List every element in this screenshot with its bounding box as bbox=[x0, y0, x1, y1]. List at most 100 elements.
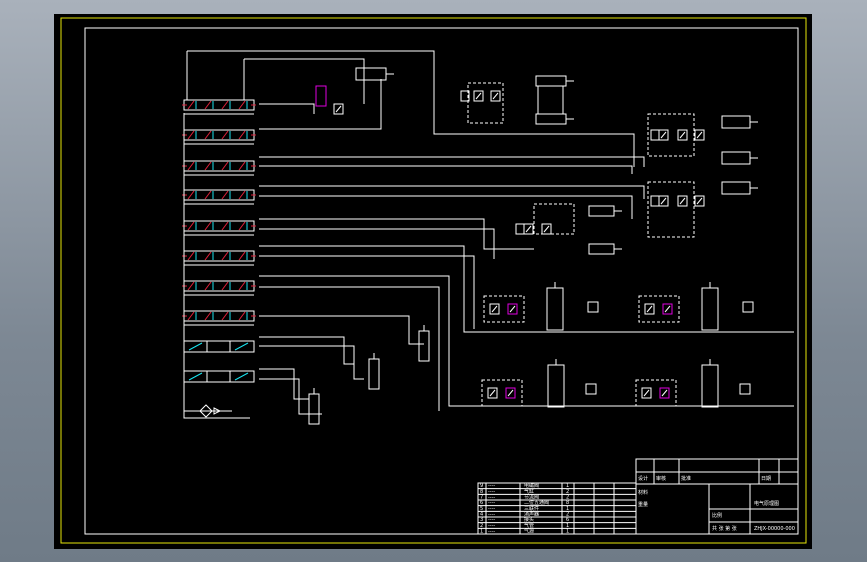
valve-arrow bbox=[221, 130, 229, 140]
valve-arrow bbox=[696, 197, 703, 205]
approver-label: 批准 bbox=[681, 475, 691, 482]
pipe bbox=[259, 368, 309, 400]
valve-arrow bbox=[238, 130, 246, 140]
valve-arrow bbox=[187, 311, 195, 321]
flow-control-valve bbox=[490, 90, 501, 102]
cylinder-barrel bbox=[546, 287, 564, 331]
valve-arrow bbox=[643, 389, 650, 397]
valve-arrow bbox=[204, 281, 212, 291]
date-label: 日期 bbox=[761, 476, 771, 482]
valve-arrow bbox=[238, 100, 246, 110]
valve-manifold bbox=[533, 203, 575, 235]
directional-valve bbox=[182, 220, 256, 232]
valve-arrow bbox=[187, 130, 195, 140]
flow-control-valve bbox=[662, 303, 673, 315]
flow-control-valve bbox=[505, 387, 516, 399]
valve-arrow bbox=[187, 100, 195, 110]
title-block: 电气原理图 ZHJX-00000-000 共 张 第 张 比例 设计 审核 批准… bbox=[635, 458, 799, 535]
cylinder bbox=[721, 151, 758, 165]
valve-body bbox=[183, 160, 255, 172]
coil bbox=[315, 85, 327, 107]
cylinder-barrel bbox=[588, 243, 615, 255]
parts-row: 4 ---- 消声器 2 bbox=[478, 511, 636, 518]
pipe bbox=[259, 218, 534, 250]
pipe bbox=[259, 165, 633, 174]
coil bbox=[650, 195, 660, 207]
pipe bbox=[259, 336, 354, 365]
cylinder bbox=[535, 75, 574, 87]
valve-body bbox=[183, 280, 255, 292]
cylinder-barrel bbox=[535, 113, 567, 125]
valve-arrow bbox=[238, 161, 246, 171]
valve-body bbox=[183, 250, 255, 262]
valve-arrow bbox=[187, 251, 195, 261]
valve-arrow bbox=[664, 305, 671, 313]
valve-arrow bbox=[679, 131, 686, 139]
valve-arrow bbox=[507, 389, 514, 397]
valve-arrow bbox=[221, 311, 229, 321]
cad-viewport[interactable]: 电气原理图 ZHJX-00000-000 共 张 第 张 比例 设计 审核 批准… bbox=[54, 14, 812, 549]
parts-cell-name: 气源 bbox=[524, 528, 534, 535]
pneumatic-schematic: 电气原理图 ZHJX-00000-000 共 张 第 张 比例 设计 审核 批准… bbox=[60, 17, 807, 544]
valve-arrow bbox=[238, 311, 246, 321]
material-label: 材料 bbox=[638, 489, 648, 496]
parts-row: 5 ---- 三联件 1 bbox=[478, 505, 636, 512]
valve-body bbox=[183, 99, 255, 111]
valve-arrow bbox=[492, 92, 499, 100]
cylinder-barrel bbox=[368, 358, 380, 390]
valve-arrow bbox=[204, 221, 212, 231]
flow-control-valve bbox=[694, 129, 705, 141]
drawing-title: 电气原理图 bbox=[754, 500, 779, 507]
valve-arrow bbox=[221, 221, 229, 231]
flow-control-valve bbox=[694, 195, 705, 207]
exhaust-block bbox=[585, 383, 597, 395]
parts-cell-code: ---- bbox=[488, 529, 495, 535]
valve-arrow bbox=[187, 190, 195, 200]
directional-valve bbox=[182, 280, 256, 292]
valve-arrow bbox=[660, 197, 667, 205]
cylinder bbox=[588, 205, 622, 217]
valve-arrow bbox=[221, 100, 229, 110]
cylinder-body bbox=[537, 85, 564, 115]
valve-manifold bbox=[647, 181, 695, 238]
cylinder-barrel bbox=[588, 205, 615, 217]
pipe bbox=[259, 315, 424, 345]
pipe bbox=[259, 195, 633, 219]
valve-arrow bbox=[660, 131, 667, 139]
valve-arrow bbox=[221, 161, 229, 171]
valve-arrow bbox=[509, 305, 516, 313]
valve-arrow bbox=[238, 221, 246, 231]
flow-control-valve bbox=[523, 223, 534, 235]
cylinder-barrel bbox=[355, 67, 387, 81]
valve-arrow bbox=[543, 225, 550, 233]
valve-manifold bbox=[467, 82, 504, 124]
valve-arrow bbox=[221, 251, 229, 261]
cylinder bbox=[546, 282, 564, 331]
pipe bbox=[259, 275, 794, 407]
cylinder-barrel bbox=[701, 364, 719, 408]
flow-control-valve bbox=[641, 387, 652, 399]
valve-arrow bbox=[661, 389, 668, 397]
parts-list: 9 ---- 电磁阀 18 ---- 气缸 27 ---- 节流阀 26 ---- 二位五通阀 85 --… bbox=[477, 482, 637, 535]
flow-control-valve bbox=[507, 303, 518, 315]
valve-arrow bbox=[204, 130, 212, 140]
valve-arrow bbox=[489, 389, 496, 397]
valve-arrow bbox=[221, 281, 229, 291]
cylinder bbox=[418, 325, 430, 362]
valve-body bbox=[183, 189, 255, 201]
cylinder bbox=[535, 113, 574, 125]
valve-arrow bbox=[187, 221, 195, 231]
air-service-unit bbox=[184, 404, 232, 418]
flow-control-valve bbox=[658, 129, 669, 141]
pipe bbox=[259, 228, 495, 259]
cylinder-barrel bbox=[547, 364, 565, 408]
cylinder-barrel bbox=[701, 287, 719, 331]
cylinder bbox=[308, 388, 320, 425]
valve-arrow bbox=[238, 190, 246, 200]
valve-arrow bbox=[204, 100, 212, 110]
valve-body bbox=[183, 220, 255, 232]
valve-arrow bbox=[221, 190, 229, 200]
valve-arrow bbox=[475, 92, 482, 100]
valve-arrow bbox=[335, 105, 342, 113]
checker-label: 审核 bbox=[656, 475, 666, 482]
